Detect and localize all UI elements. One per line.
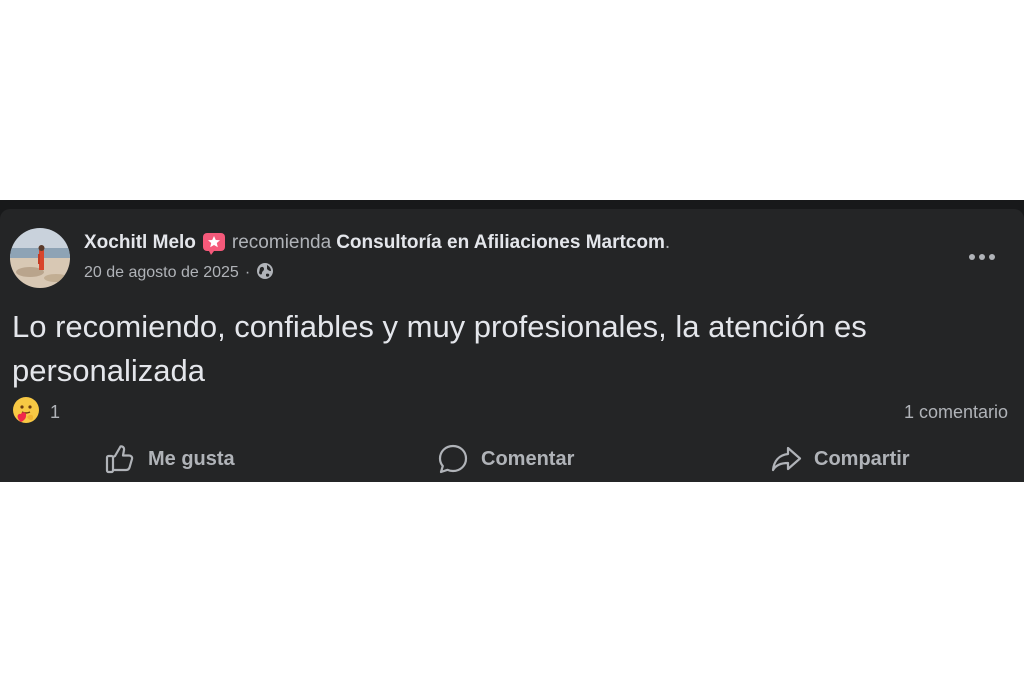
care-emoji-icon [12,396,40,429]
avatar[interactable] [10,228,70,288]
top-fan-badge-icon [202,231,226,255]
like-button[interactable]: Me gusta [104,443,235,475]
meta-separator: · [244,264,251,281]
post-meta: 20 de agosto de 2025 · [84,262,274,284]
like-label: Me gusta [148,447,235,470]
post-card: Xochitl Melo recomienda Consultoría en A… [0,209,1024,482]
comment-bubble-icon [438,444,468,474]
thumbs-up-icon [105,445,134,474]
reactions-count: 1 [50,401,61,422]
comments-count-link[interactable]: 1 comentario [904,399,1008,425]
page-name-link[interactable]: Consultoría en Afiliaciones Martcom [336,232,665,254]
comment-label: Comentar [481,447,575,470]
post-date[interactable]: 20 de agosto de 2025 [84,264,239,282]
header-period: . [664,232,671,253]
comment-button[interactable]: Comentar [437,443,574,475]
share-arrow-icon [771,446,802,472]
author-name[interactable]: Xochitl Melo [84,232,196,254]
share-label: Compartir [814,447,910,470]
post-body: Lo recomiendo, confiables y muy profesio… [12,309,867,388]
recommends-text: recomienda [231,232,332,253]
more-options-icon[interactable] [964,245,1000,269]
post-header: Xochitl Melo recomienda Consultoría en A… [84,231,670,255]
share-button[interactable]: Compartir [770,443,910,475]
reactions-summary[interactable]: 1 [12,396,61,429]
globe-icon [256,262,274,285]
